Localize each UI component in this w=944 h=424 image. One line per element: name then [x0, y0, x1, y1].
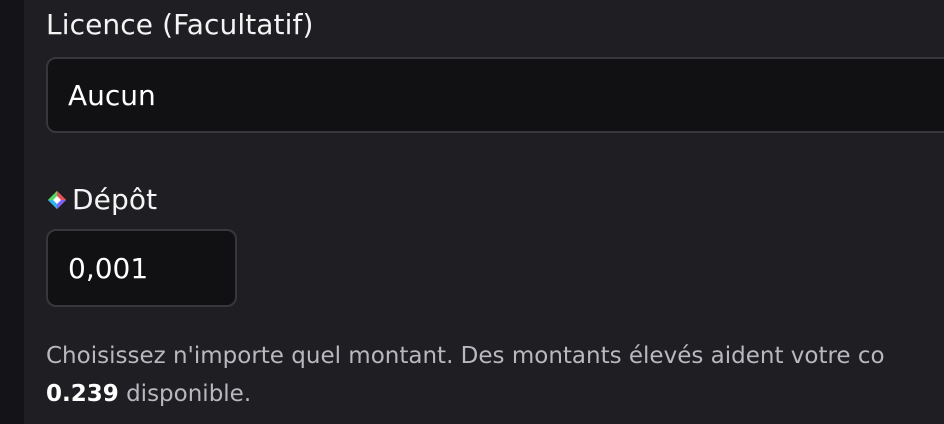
deposit-form-page: Licence (Facultatif) Aucun Dépôt 0,001 C… [0, 0, 944, 424]
deposit-help-text: Choisissez n'importe quel montant. Des m… [46, 337, 885, 413]
licence-selected-value: Aucun [68, 78, 156, 112]
available-amount: 0.239 [46, 381, 119, 407]
deposit-amount-input[interactable]: 0,001 [46, 229, 237, 307]
licence-select[interactable]: Aucun [46, 57, 944, 133]
deposit-amount-value: 0,001 [68, 251, 149, 285]
deposit-help-line: Choisissez n'importe quel montant. Des m… [46, 343, 885, 369]
available-suffix: disponible. [118, 381, 252, 407]
deposit-label-row: Dépôt [46, 183, 157, 216]
left-rail [0, 0, 24, 424]
token-logo-icon [48, 190, 66, 209]
available-balance-line: 0.239 disponible. [46, 375, 885, 413]
deposit-label: Dépôt [72, 183, 158, 216]
licence-label: Licence (Facultatif) [46, 8, 314, 41]
